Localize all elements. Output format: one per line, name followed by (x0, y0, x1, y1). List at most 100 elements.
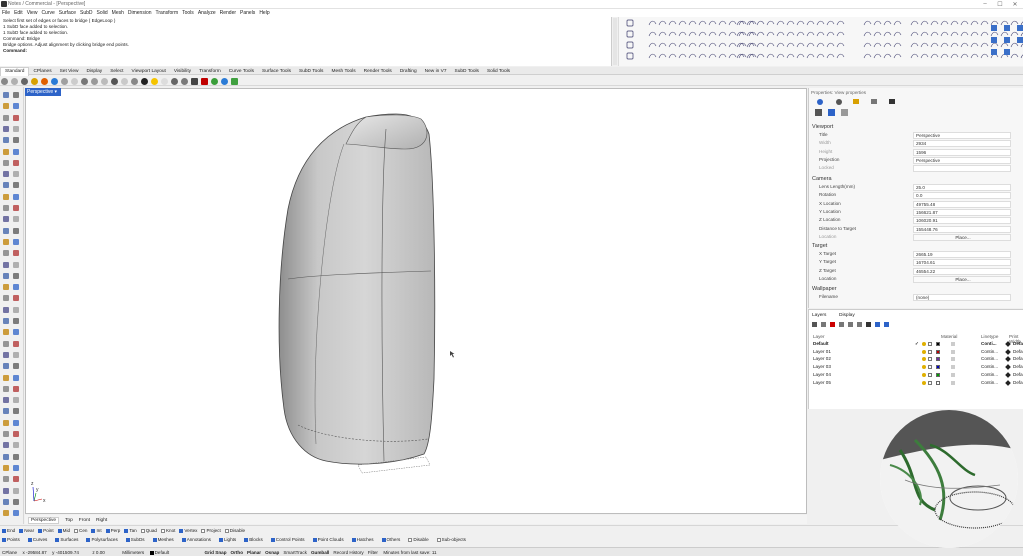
print-color-icon[interactable] (1005, 348, 1011, 355)
tool-button-icon[interactable] (13, 103, 19, 110)
tool-button-icon[interactable] (13, 238, 19, 245)
osnap-vertex[interactable]: Vertex (179, 528, 197, 533)
toolbar-tool-icon[interactable] (863, 31, 872, 37)
tool-button-icon[interactable] (13, 340, 19, 347)
raytraced-icon[interactable] (100, 77, 108, 85)
print-color-icon[interactable] (1005, 364, 1011, 370)
lightbulb-icon[interactable] (922, 380, 926, 385)
status-cplane[interactable]: CPlane (2, 550, 17, 555)
tool-button-icon[interactable] (13, 148, 19, 155)
toolbar-tool-icon[interactable] (960, 20, 969, 26)
toolbar-tool-icon[interactable] (816, 31, 825, 37)
environment-icon[interactable] (50, 77, 58, 85)
toolbar-tool-icon[interactable] (1000, 31, 1009, 37)
toolbar-tool-icon[interactable] (990, 42, 999, 48)
toolbar-tool-icon[interactable] (910, 31, 919, 37)
checkbox-icon[interactable] (179, 528, 184, 533)
status-osnap[interactable]: Osnap (265, 550, 279, 555)
toolbar-tool-icon[interactable] (806, 53, 815, 59)
toolbar-tool-icon[interactable] (836, 20, 845, 26)
tool-button-icon[interactable] (3, 453, 9, 460)
toolbar-tool-icon[interactable] (940, 42, 949, 48)
toolbar-tool-icon[interactable] (873, 42, 882, 48)
layer-print-width[interactable]: Defa... (1013, 341, 1023, 346)
toolbar-tool-icon[interactable] (826, 31, 835, 37)
lightbulb-icon[interactable] (922, 349, 926, 354)
layer-print-width[interactable]: Defau... (1013, 349, 1023, 354)
layer-linetype[interactable]: Contin... (981, 349, 998, 354)
menu-item-tools[interactable]: Tools (182, 10, 194, 16)
osnap-cen[interactable]: Cen (74, 528, 87, 533)
toolbar-tool-icon[interactable] (950, 42, 959, 48)
tab-visibility[interactable]: Visibility (170, 68, 195, 76)
tab-subd-tools[interactable]: SubD Tools (451, 68, 483, 76)
property-value[interactable] (913, 165, 1011, 173)
toolbar-tool-icon[interactable] (688, 20, 697, 26)
tool-button-icon[interactable] (13, 205, 19, 211)
toolbar-tool-icon[interactable] (910, 42, 919, 48)
lock-icon[interactable] (928, 342, 932, 346)
toolbar-tool-icon[interactable] (950, 20, 959, 26)
toolbar-tool-icon[interactable] (990, 31, 999, 37)
toolbar-tool-icon[interactable] (893, 20, 902, 26)
checkbox-icon[interactable] (381, 537, 386, 542)
tool-button-icon[interactable] (13, 159, 19, 166)
lock-icon[interactable] (928, 372, 932, 377)
toolbar-tool-icon[interactable] (688, 53, 697, 59)
menu-item-dimension[interactable]: Dimension (128, 10, 152, 16)
status-layer[interactable]: Default (149, 550, 169, 555)
toolbar-tool-icon[interactable] (648, 53, 657, 59)
tool-button-icon[interactable] (3, 216, 9, 223)
texture-icon[interactable] (40, 77, 48, 85)
toolbar-tool-icon[interactable] (1000, 20, 1009, 26)
status-gumball[interactable]: Gumball (311, 550, 329, 555)
toolbar-tool-icon[interactable] (756, 42, 765, 48)
toolbar-tool-icon[interactable] (980, 20, 989, 26)
property-value[interactable]: 2665.19 (913, 251, 1011, 258)
layer-name[interactable]: Layer 03 (813, 364, 831, 369)
menu-item-surface[interactable]: Surface (59, 10, 76, 16)
solid-tool-icon[interactable] (1004, 49, 1010, 55)
menu-item-solid[interactable]: Solid (97, 10, 108, 16)
menu-item-transform[interactable]: Transform (156, 10, 179, 16)
toolbar-tool-icon[interactable] (883, 31, 892, 37)
property-value[interactable]: 2934 (913, 140, 1011, 148)
tool-button-icon[interactable] (3, 464, 9, 471)
tab-solid-tools[interactable]: Solid Tools (483, 68, 514, 76)
toolbar-tool-icon[interactable] (796, 53, 805, 59)
layer-row[interactable]: Layer 01 Contin... Defau... (811, 348, 1023, 356)
tab-curve-tools[interactable]: Curve Tools (225, 68, 258, 76)
toolbar-tool-icon[interactable] (873, 20, 882, 26)
tool-button-icon[interactable] (13, 397, 19, 404)
tab-cplanes[interactable]: CPlanes (29, 68, 55, 76)
toolbar-tool-icon[interactable] (736, 20, 745, 26)
tool-button-icon[interactable] (13, 306, 19, 313)
solid-tool-icon[interactable] (1004, 25, 1010, 31)
toolbar-icons[interactable] (619, 17, 1023, 66)
tool-button-icon[interactable] (13, 442, 19, 449)
solid-tool-icon[interactable] (991, 25, 997, 31)
filter-curves[interactable]: Curves (27, 537, 47, 542)
toolbar-tool-icon[interactable] (746, 31, 755, 37)
tool-button-icon[interactable] (3, 385, 9, 392)
checkbox-icon[interactable] (19, 528, 24, 533)
filter-point-clouds[interactable]: Point Clouds (312, 537, 344, 542)
tool-button-icon[interactable] (3, 419, 9, 426)
tool-button-icon[interactable] (3, 340, 9, 347)
layer-print-width[interactable]: Defau... (1013, 356, 1023, 361)
toolbar-tool-icon[interactable] (863, 20, 872, 26)
toolbar-tool-icon[interactable] (826, 20, 835, 26)
tool-button-icon[interactable] (3, 329, 9, 336)
toolbar-tool-icon[interactable] (950, 53, 959, 59)
toolbar-tool-icon[interactable] (698, 31, 707, 37)
toolbar-tool-icon[interactable] (836, 42, 845, 48)
toolbar-tool-icon[interactable] (1010, 31, 1019, 37)
property-value[interactable]: 49755.48 (913, 200, 1011, 208)
toolbar-tool-icon[interactable] (893, 31, 902, 37)
lightbulb-icon[interactable] (922, 365, 926, 370)
material-swatch[interactable] (951, 349, 955, 354)
toolbar-tool-icon[interactable] (708, 42, 717, 48)
toolbar-tool-icon[interactable] (698, 20, 707, 26)
toolbar-tool-icon[interactable] (930, 31, 939, 37)
filter-sub-objects[interactable]: Sub-objects (436, 537, 466, 542)
